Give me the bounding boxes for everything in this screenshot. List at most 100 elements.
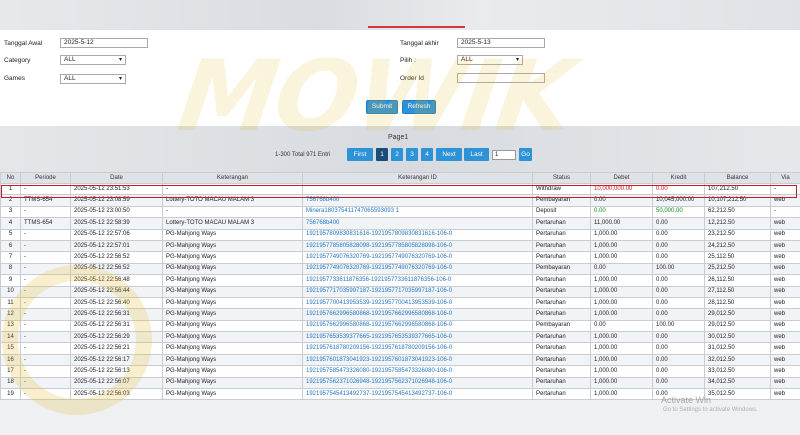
page-3-button[interactable]: 3 [406, 148, 418, 161]
cell-keterangan: PG-Mahjong Ways [162, 296, 303, 310]
cell-keterangan: Lottery-TOTO MACAU MALAM 3 [162, 217, 303, 230]
table-row[interactable]: 8-2025-05-12 22:56:52 PG-Mahjong Ways 1921… [0, 262, 800, 276]
cell-keterangan-id[interactable]: 1921957562371026948-1921957562371026948-… [302, 376, 533, 390]
submit-button[interactable]: Submit [366, 100, 398, 114]
cell-kredit: 0.00 [652, 228, 705, 241]
cell-keterangan: PG-Mahjong Ways [162, 353, 303, 367]
cell-keterangan-id[interactable]: 1921957662996580868-1921957662996580868-… [302, 308, 533, 321]
table-row[interactable]: 1-2025-05-12 23:51:53- Withdraw 10,000,000… [0, 182, 800, 196]
cell-periode: - [20, 331, 71, 344]
cell-kredit: 0.00 [652, 365, 705, 378]
cell-keterangan-id[interactable]: Minera180375411747065593093 1 [302, 205, 533, 219]
cell-keterangan-id[interactable]: 1921957653539377665-1921957653539377665-… [302, 331, 533, 344]
cell-keterangan-id[interactable]: 1921957749076320769-1921957749076320769-… [302, 251, 533, 264]
go-button[interactable]: Go [519, 148, 532, 161]
cell-keterangan-id[interactable]: 1921957733611876356-1921957733611876356-… [302, 274, 533, 287]
transaction-table: No Periode Date Keterangan Keterangan ID… [0, 172, 800, 401]
col-no: No [0, 172, 21, 184]
cell-status: Pertaruhan [532, 388, 591, 401]
table-row[interactable]: 6-2025-05-12 22:57:01 PG-Mahjong Ways 1921… [0, 239, 800, 253]
cell-keterangan-id[interactable]: 1921957749076320769-1921957749076320769-… [302, 262, 533, 276]
cell-date: 2025-05-12 22:56:52 [70, 262, 163, 276]
cell-keterangan-id[interactable]: 1921957545413492737-1921957545413492737-… [302, 388, 533, 401]
cell-keterangan-id[interactable]: 1921957717035997187-1921957717035997187-… [302, 285, 533, 298]
cell-keterangan-id[interactable]: 1921957785805828098-1921957785805828098-… [302, 239, 533, 253]
cell-keterangan-id[interactable]: 756768b400 [302, 194, 533, 207]
cell-keterangan: - [162, 182, 303, 196]
cell-no: 10 [0, 285, 21, 298]
pilih-select[interactable]: ALL ▾ [457, 55, 523, 65]
table-row[interactable]: 3-2025-05-12 23:00:50- Minera180375411747… [0, 205, 800, 219]
cell-periode: - [20, 228, 71, 241]
col-debet: Debet [590, 172, 653, 184]
goto-page-input[interactable]: 1 [492, 150, 516, 160]
cell-no: 7 [0, 251, 21, 264]
cell-date: 2025-05-12 22:56:29 [70, 331, 163, 344]
table-row[interactable]: 17-2025-05-12 22:56:13 PG-Mahjong Ways 192… [0, 365, 800, 378]
cell-kredit: 100.00 [652, 319, 705, 333]
games-label: Games [4, 75, 25, 82]
order-id-input[interactable] [457, 73, 545, 83]
table-row[interactable]: 10-2025-05-12 22:56:44 PG-Mahjong Ways 192… [0, 285, 800, 298]
cell-periode: - [20, 239, 71, 253]
cell-balance: 31,012.50 [704, 342, 771, 355]
cell-periode: - [20, 274, 71, 287]
cell-keterangan-id[interactable] [302, 182, 533, 196]
cell-balance: 34,012.50 [704, 376, 771, 390]
table-row[interactable]: 18-2025-05-12 22:56:07 PG-Mahjong Ways 192… [0, 376, 800, 390]
order-id-label: Order Id [400, 75, 424, 82]
cell-balance: 27,112.50 [704, 285, 771, 298]
cell-keterangan-id[interactable]: 756768b400 [302, 217, 533, 230]
chevron-down-icon: ▾ [118, 57, 122, 63]
first-page-button[interactable]: First [347, 148, 373, 161]
cell-via: web [770, 319, 800, 333]
cell-kredit: 0.00 [652, 308, 705, 321]
table-row[interactable]: 15-2025-05-12 22:56:21 PG-Mahjong Ways 192… [0, 342, 800, 355]
cell-keterangan-id[interactable]: 1921957585473326080-1921957585473326080-… [302, 365, 533, 378]
next-page-button[interactable]: Next [436, 148, 462, 161]
cell-via: web [770, 342, 800, 355]
cell-no: 1 [0, 182, 21, 196]
tanggal-awal-input[interactable]: 2025-5-12 [60, 38, 148, 48]
cell-debet: 1,000.00 [590, 228, 653, 241]
table-row[interactable]: 7-2025-05-12 22:56:52 PG-Mahjong Ways 1921… [0, 251, 800, 264]
table-row[interactable]: 13-2025-05-12 22:56:31 PG-Mahjong Ways 192… [0, 319, 800, 333]
cell-keterangan-id[interactable]: 1921957700413953539-1921957700413953539-… [302, 296, 533, 310]
cell-date: 2025-05-12 23:51:53 [70, 182, 163, 196]
table-row[interactable]: 2 TTMS-654 2025-05-12 23:08:59 Lottery-TOTO… [0, 194, 800, 207]
cell-no: 18 [0, 376, 21, 390]
category-select[interactable]: ALL ▾ [60, 55, 126, 65]
refresh-button[interactable]: Refresh [402, 100, 436, 114]
cell-kredit: 0.00 [652, 376, 705, 390]
cell-status: Pertaruhan [532, 217, 591, 230]
cell-via: web [770, 217, 800, 230]
cell-keterangan-id[interactable]: 1921957662996580868-1921957662996580868-… [302, 319, 533, 333]
last-page-button[interactable]: Last [464, 148, 489, 161]
table-row[interactable]: 4 TTMS-654 2025-05-12 22:58:39 Lottery-TOTO… [0, 217, 800, 230]
table-row[interactable]: 16-2025-05-12 22:56:17 PG-Mahjong Ways 192… [0, 353, 800, 367]
cell-via: - [770, 182, 800, 196]
page-2-button[interactable]: 2 [391, 148, 403, 161]
table-row[interactable]: 11-2025-05-12 22:56:40 PG-Mahjong Ways 192… [0, 296, 800, 310]
cell-via: web [770, 376, 800, 390]
cell-keterangan-id[interactable]: 1921957601873041923-1921957601873041923-… [302, 353, 533, 367]
cell-keterangan-id[interactable]: 1921957618780209156-1921957618780209156-… [302, 342, 533, 355]
cell-status: Pertaruhan [532, 274, 591, 287]
games-select[interactable]: ALL ▾ [60, 74, 126, 84]
cell-periode: - [20, 342, 71, 355]
filter-panel: Tanggal Awal 2025-5-12 Tanggal akhir 202… [0, 30, 800, 126]
cell-balance: 24,212.50 [704, 239, 771, 253]
page-4-button[interactable]: 4 [421, 148, 433, 161]
category-label: Category [4, 57, 31, 64]
table-row[interactable]: 14-2025-05-12 22:56:29 PG-Mahjong Ways 192… [0, 331, 800, 344]
cell-no: 13 [0, 319, 21, 333]
tanggal-akhir-input[interactable]: 2025-5-13 [457, 38, 545, 48]
col-kredit: Kredit [652, 172, 705, 184]
table-row[interactable]: 5-2025-05-12 22:57:06 PG-Mahjong Ways 1921… [0, 228, 800, 241]
active-tab-indicator [368, 26, 465, 28]
cell-balance: 62,212.50 [704, 205, 771, 219]
cell-keterangan-id[interactable]: 1921957809830831616-1921957809830831616-… [302, 228, 533, 241]
page-1-button[interactable]: 1 [376, 148, 388, 161]
table-row[interactable]: 12-2025-05-12 22:56:31 PG-Mahjong Ways 192… [0, 308, 800, 321]
table-row[interactable]: 9-2025-05-12 22:56:48 PG-Mahjong Ways 1921… [0, 274, 800, 287]
